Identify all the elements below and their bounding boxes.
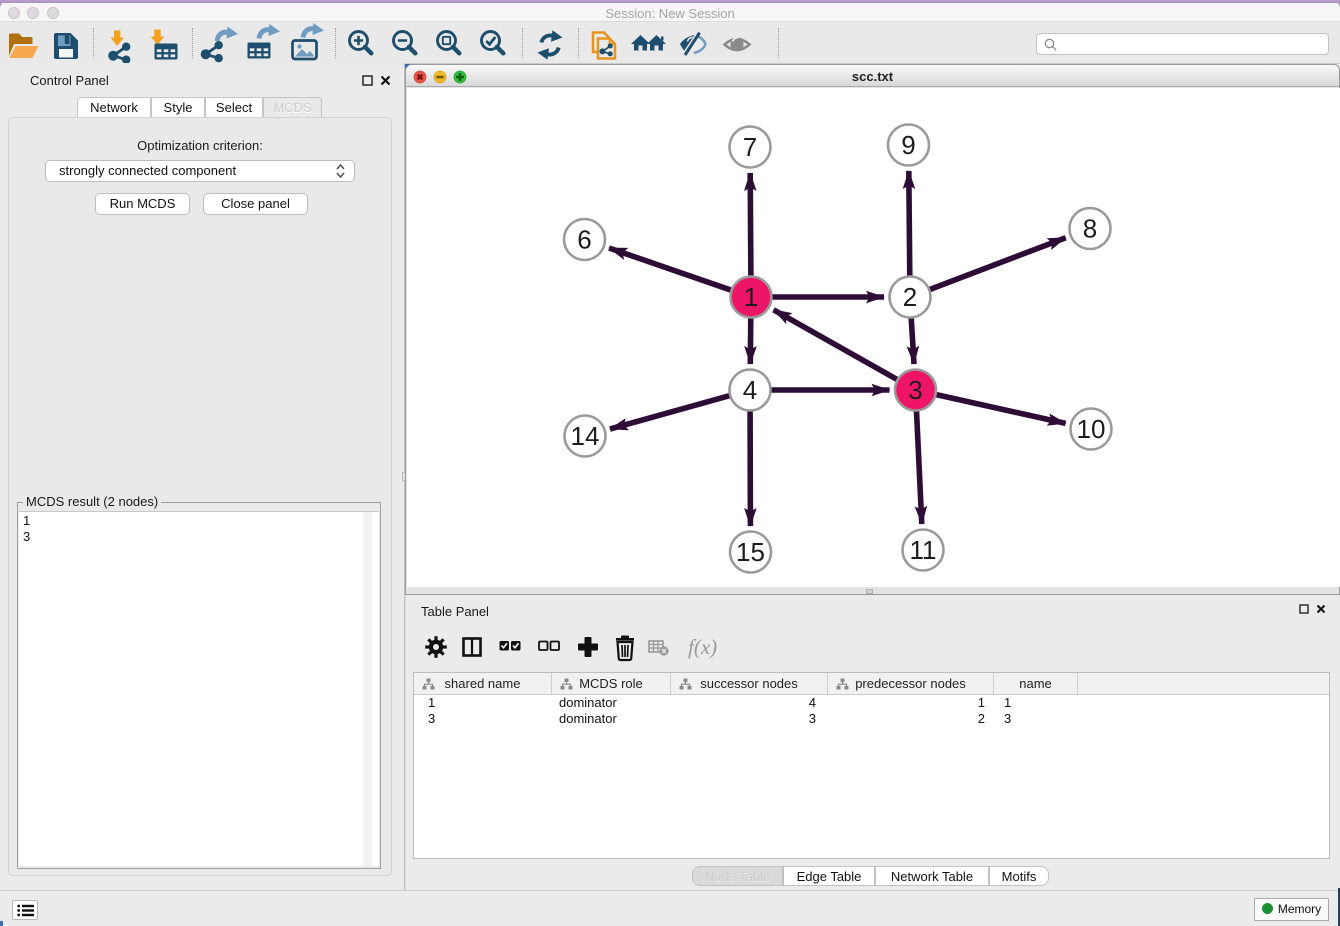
svg-text:11: 11 — [910, 535, 937, 565]
svg-text:15: 15 — [736, 537, 765, 567]
svg-text:8: 8 — [1083, 214, 1097, 244]
svg-text:4: 4 — [743, 375, 757, 405]
svg-text:f(x): f(x) — [688, 635, 717, 659]
svg-text:2: 2 — [903, 282, 917, 312]
svg-text:3: 3 — [908, 375, 922, 405]
svg-text:10: 10 — [1077, 414, 1106, 444]
svg-text:1: 1 — [744, 282, 758, 312]
svg-text:6: 6 — [577, 225, 591, 255]
svg-text:7: 7 — [743, 132, 757, 162]
svg-text:14: 14 — [571, 421, 600, 451]
svg-text:9: 9 — [901, 130, 915, 160]
